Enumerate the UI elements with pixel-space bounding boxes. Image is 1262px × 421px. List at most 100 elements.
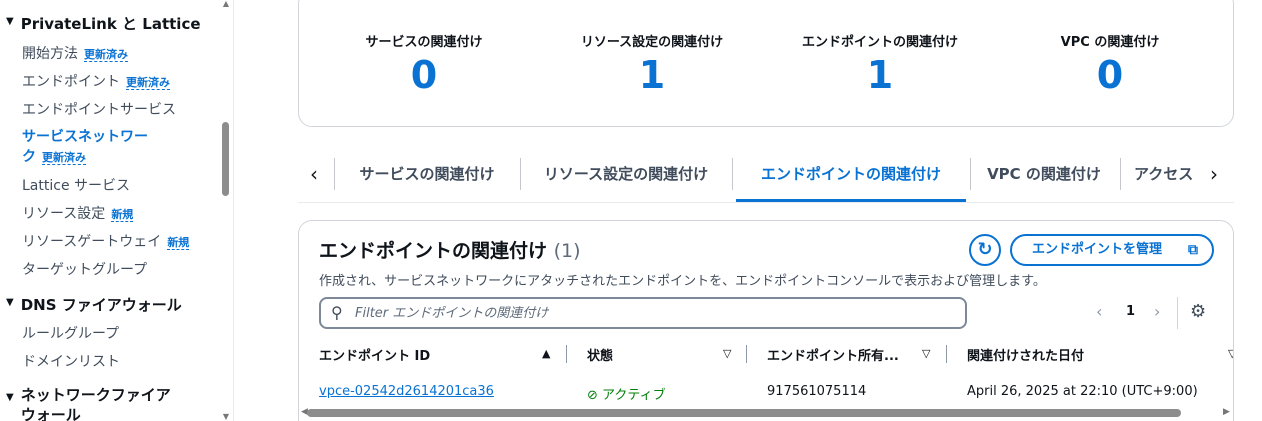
side-navigation: ▼ PrivateLink と Lattice 開始方法 更新済み エンドポイント…	[0, 0, 234, 421]
status-text: アクティブ	[602, 388, 666, 403]
nav-item-service-networks[interactable]: サービスネットワー ク更新済み	[22, 127, 148, 168]
tabs-scroll-left-icon[interactable]: ‹	[310, 162, 318, 186]
filter-box: ⚲	[319, 297, 967, 329]
sort-ascending-icon[interactable]: ▲	[542, 347, 550, 360]
nav-section-network-firewall[interactable]: ▼ ネットワークファイア ウォール	[6, 385, 171, 421]
external-link-icon: ⧉	[1188, 242, 1198, 258]
nav-item-resource-gateways[interactable]: リソースゲートウェイ 新規	[22, 231, 190, 251]
new-badge: 新規	[111, 208, 134, 222]
summary-service-associations: サービスの関連付け 0	[307, 31, 541, 96]
pagination-previous-icon[interactable]: ‹	[1096, 302, 1102, 321]
nav-item-domain-lists[interactable]: ドメインリスト	[22, 351, 120, 371]
scroll-down-arrow-icon[interactable]: ▼	[221, 413, 231, 421]
scroll-up-arrow-icon[interactable]: ▲	[221, 0, 231, 8]
column-header-associated-date[interactable]: 関連付けされた日付	[967, 345, 1084, 364]
refresh-icon: ↻	[977, 239, 993, 260]
summary-vpc-associations: VPC の関連付け 0	[993, 31, 1227, 96]
nav-item-getting-started[interactable]: 開始方法 更新済み	[22, 43, 128, 63]
panel-count: (1)	[553, 240, 581, 262]
summary-label: VPC の関連付け	[1060, 35, 1160, 50]
table-horizontal-scrollbar[interactable]	[307, 409, 1181, 417]
tab-access[interactable]: アクセス	[1134, 150, 1198, 202]
panel-description: 作成され、サービスネットワークにアタッチされたエンドポイントを、エンドポイントコ…	[319, 274, 1046, 289]
summary-value[interactable]: 1	[763, 54, 997, 96]
summary-label: エンドポイントの関連付け	[801, 35, 958, 50]
association-tabs: ‹ サービスの関連付け リソース設定の関連付け エンドポイントの関連付け VPC…	[298, 150, 1234, 203]
manage-endpoints-button[interactable]: エンドポイントを管理 ⧉	[1010, 234, 1214, 266]
endpoint-id-link[interactable]: vpce-02542d2614201ca36	[319, 384, 494, 399]
summary-label: リソース設定の関連付け	[580, 35, 724, 50]
summary-label: サービスの関連付け	[365, 35, 483, 50]
column-divider[interactable]	[946, 345, 947, 363]
nav-item-lattice-services[interactable]: Lattice サービス	[22, 175, 130, 195]
sidebar-scrollbar-thumb[interactable]	[222, 122, 229, 196]
nav-section-title: PrivateLink と Lattice	[20, 15, 201, 33]
date-cell: April 26, 2025 at 22:10 (UTC+9:00)	[967, 384, 1198, 399]
summary-value[interactable]: 1	[535, 54, 769, 96]
nav-section-dns-firewall[interactable]: ▼ DNS ファイアウォール	[6, 294, 182, 315]
nav-item-label-line2: ク	[22, 149, 36, 165]
tab-divider	[1120, 158, 1121, 190]
collapse-triangle-icon: ▼	[6, 16, 14, 27]
updated-badge: 更新済み	[84, 48, 128, 62]
settings-gear-icon[interactable]: ⚙	[1190, 301, 1206, 322]
nav-item-label: エンドポイント	[22, 74, 120, 90]
nav-item-label: ターゲットグループ	[22, 262, 148, 278]
panel-title: エンドポイントの関連付け (1)	[319, 236, 581, 263]
nav-item-endpoint-services[interactable]: エンドポイントサービス	[22, 99, 176, 119]
column-divider[interactable]	[566, 345, 567, 363]
nav-item-label: リソース設定	[22, 206, 106, 222]
refresh-button[interactable]: ↻	[969, 234, 1001, 266]
filter-input[interactable]	[355, 302, 955, 324]
nav-section-title: DNS ファイアウォール	[20, 296, 182, 314]
column-divider[interactable]	[746, 345, 747, 363]
summary-value[interactable]: 0	[307, 54, 541, 96]
status-success-icon: ⊘	[587, 388, 598, 403]
search-icon: ⚲	[331, 303, 343, 322]
column-header-endpoint-owner[interactable]: エンドポイント所有...	[767, 345, 899, 364]
pagination-current-page[interactable]: 1	[1126, 304, 1135, 319]
collapse-triangle-icon: ▼	[6, 297, 14, 308]
nav-item-label: ドメインリスト	[22, 354, 120, 370]
tabs-scroll-right-icon[interactable]: ›	[1208, 162, 1218, 186]
hscroll-right-arrow-icon[interactable]: ▶	[1223, 407, 1230, 417]
nav-item-label: エンドポイントサービス	[22, 102, 176, 118]
nav-item-label-line1: サービスネットワー	[22, 129, 148, 145]
nav-item-resource-configurations[interactable]: リソース設定 新規	[22, 203, 134, 223]
owner-cell: 917561075114	[767, 384, 867, 399]
tab-service-associations[interactable]: サービスの関連付け	[340, 150, 514, 202]
nav-item-rule-groups[interactable]: ルールグループ	[22, 323, 119, 343]
nav-item-label: Lattice サービス	[22, 178, 131, 194]
tab-divider	[732, 158, 733, 190]
summary-value[interactable]: 0	[993, 54, 1227, 96]
tab-vpc-associations[interactable]: VPC の関連付け	[974, 150, 1114, 202]
updated-badge: 更新済み	[42, 151, 86, 165]
nav-section-privatelink[interactable]: ▼ PrivateLink と Lattice	[6, 13, 201, 34]
sort-descending-icon[interactable]: ▽	[1228, 347, 1233, 360]
tab-endpoint-associations[interactable]: エンドポイントの関連付け	[736, 150, 966, 202]
updated-badge: 更新済み	[126, 76, 170, 90]
tab-divider	[520, 158, 521, 190]
nav-item-label: リソースゲートウェイ	[22, 234, 162, 250]
new-badge: 新規	[167, 236, 190, 250]
tab-resource-config-associations[interactable]: リソース設定の関連付け	[526, 150, 726, 202]
panel-title-text: エンドポイントの関連付け	[319, 240, 548, 262]
summary-container: サービスの関連付け 0 リソース設定の関連付け 1 エンドポイントの関連付け 1…	[298, 0, 1234, 127]
sort-descending-icon[interactable]: ▽	[922, 347, 930, 360]
endpoint-associations-panel: エンドポイントの関連付け (1) ↻ エンドポイントを管理 ⧉ 作成され、サービ…	[298, 220, 1234, 421]
column-header-endpoint-id[interactable]: エンドポイント ID	[319, 345, 430, 364]
pagination-next-icon[interactable]: ›	[1154, 302, 1160, 321]
nav-section-title-line2: ウォール	[20, 406, 81, 421]
summary-endpoint-associations: エンドポイントの関連付け 1	[763, 31, 997, 96]
nav-item-label: 開始方法	[22, 46, 78, 62]
nav-section-title-line1: ネットワークファイア	[20, 386, 171, 404]
sort-descending-icon[interactable]: ▽	[723, 347, 731, 360]
nav-item-endpoints[interactable]: エンドポイント 更新済み	[22, 71, 170, 91]
column-header-status[interactable]: 状態	[587, 345, 613, 364]
collapse-triangle-icon: ▼	[6, 392, 14, 403]
manage-endpoints-label: エンドポイントを管理	[1032, 242, 1163, 257]
tab-divider	[970, 158, 971, 190]
summary-resource-config-associations: リソース設定の関連付け 1	[535, 31, 769, 96]
nav-item-target-groups[interactable]: ターゲットグループ	[22, 259, 147, 279]
pagination-divider	[1177, 297, 1178, 329]
